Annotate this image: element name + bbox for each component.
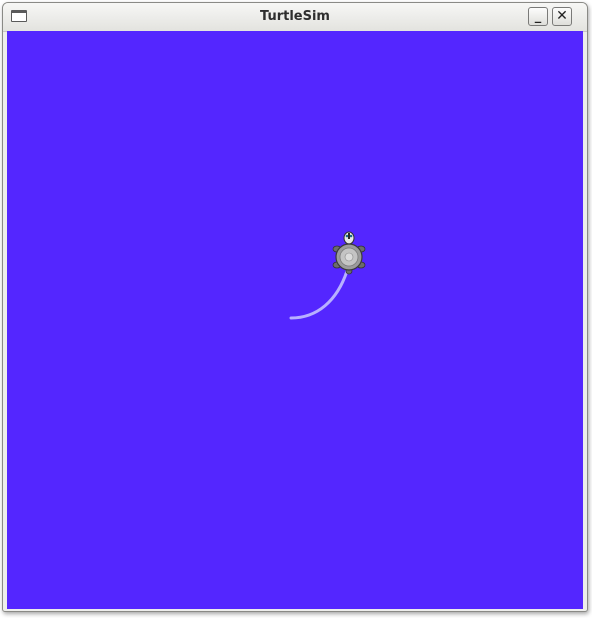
pen-trail [289, 269, 349, 320]
turtlesim-window: TurtleSim _ ✕ [2, 2, 588, 612]
close-button[interactable]: ✕ [552, 7, 572, 26]
canvas-drawing [289, 231, 366, 320]
window-title: TurtleSim [260, 9, 330, 24]
turtle-canvas [7, 31, 583, 609]
turtle-icon [332, 231, 366, 275]
title-bar[interactable]: TurtleSim _ ✕ [3, 3, 587, 32]
minimize-button[interactable]: _ [528, 7, 548, 26]
